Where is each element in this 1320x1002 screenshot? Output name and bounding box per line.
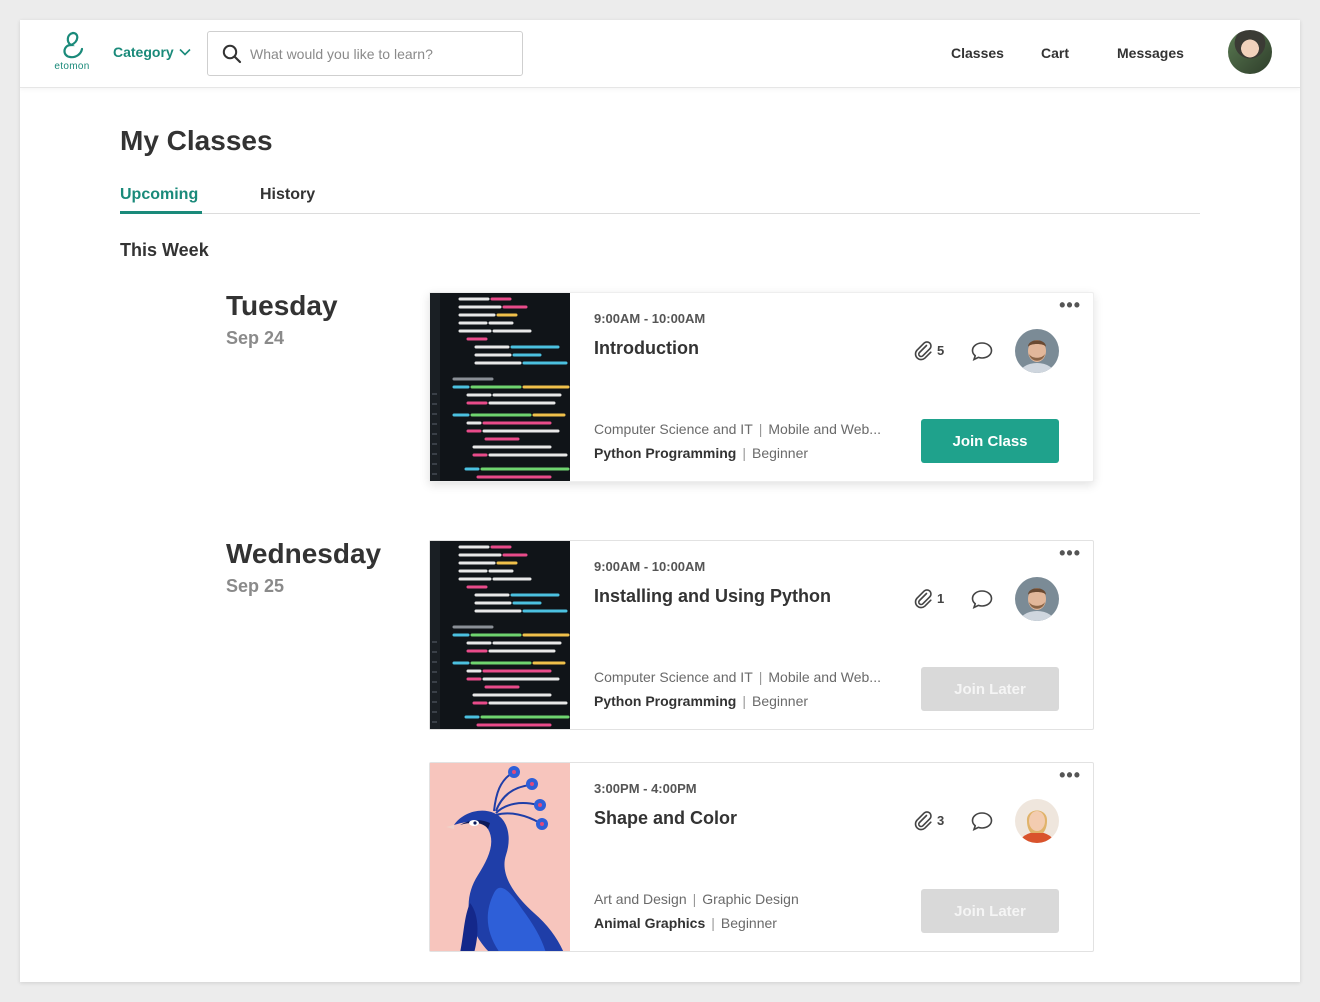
- code-image: [430, 541, 570, 729]
- course-level: Beginner: [752, 693, 809, 709]
- join-class-button[interactable]: Join Class: [921, 419, 1059, 463]
- join-later-button[interactable]: Join Later: [921, 889, 1059, 933]
- attachments[interactable]: 5: [912, 339, 944, 361]
- more-options-icon[interactable]: •••: [1059, 765, 1081, 786]
- attachment-count: 3: [937, 812, 945, 828]
- paperclip-icon: [914, 341, 932, 361]
- class-categories: Computer Science and IT | Mobile and Web..…: [594, 669, 881, 685]
- top-header: etomon Category Classes Cart Messages: [20, 20, 1300, 88]
- attachments[interactable]: 1: [912, 587, 944, 609]
- nav-classes[interactable]: Classes: [951, 45, 1004, 61]
- search-box: [207, 31, 523, 76]
- course-level: Beginner: [752, 445, 809, 461]
- instructor-avatar[interactable]: [1015, 329, 1059, 373]
- class-categories: Computer Science and IT | Mobile and Web..…: [594, 421, 881, 437]
- day-date: Sep 24: [226, 328, 285, 348]
- class-title[interactable]: Shape and Color: [594, 808, 737, 829]
- class-course: Python Programming | Beginner: [594, 693, 809, 709]
- class-card[interactable]: ••• 9:00AM - 10:00AM Introduction 5 Comp…: [429, 292, 1094, 482]
- tab-upcoming[interactable]: Upcoming: [120, 186, 203, 214]
- page-title: My Classes: [120, 125, 273, 156]
- paperclip-icon: [914, 589, 932, 609]
- course-name: Animal Graphics: [594, 915, 706, 931]
- class-course: Animal Graphics | Beginner: [594, 915, 777, 931]
- class-categories: Art and Design | Graphic Design: [594, 891, 799, 907]
- section-title: This Week: [120, 240, 209, 260]
- class-time: 9:00AM - 10:00AM: [594, 559, 706, 574]
- chat-icon[interactable]: [970, 340, 994, 367]
- join-later-button[interactable]: Join Later: [921, 667, 1059, 711]
- chevron-down-icon: [179, 48, 191, 56]
- etomon-logo[interactable]: etomon: [50, 30, 94, 78]
- category-label: Category: [113, 44, 174, 60]
- app-window: etomon Category Classes Cart Messages My…: [20, 20, 1300, 982]
- logo-text: etomon: [54, 61, 90, 72]
- course-name: Python Programming: [594, 693, 737, 709]
- attachments[interactable]: 3: [912, 809, 944, 831]
- attachment-count: 1: [937, 590, 945, 606]
- search-icon: [222, 44, 242, 63]
- class-course: Python Programming | Beginner: [594, 445, 809, 461]
- tab-history[interactable]: History: [260, 186, 315, 204]
- user-avatar[interactable]: [1228, 30, 1272, 74]
- chat-icon[interactable]: [970, 810, 994, 837]
- day-name: Wednesday: [226, 538, 382, 569]
- paperclip-icon: [914, 811, 932, 831]
- class-card[interactable]: ••• 9:00AM - 10:00AM Installing and Usin…: [429, 540, 1094, 730]
- class-title[interactable]: Installing and Using Python: [594, 586, 831, 607]
- class-card[interactable]: ••• 3:00PM - 4:00PM Shape and Color 3 Ar…: [429, 762, 1094, 952]
- code-image: [430, 293, 570, 481]
- class-title[interactable]: Introduction: [594, 338, 699, 359]
- nav-cart[interactable]: Cart: [1041, 45, 1069, 61]
- class-thumbnail-code: [430, 541, 570, 729]
- category-dropdown[interactable]: Category: [113, 44, 191, 60]
- tab-bar: Upcoming History: [120, 186, 1200, 214]
- more-options-icon[interactable]: •••: [1059, 543, 1081, 564]
- class-time: 3:00PM - 4:00PM: [594, 781, 697, 796]
- course-name: Python Programming: [594, 445, 737, 461]
- nav-messages[interactable]: Messages: [1117, 45, 1184, 61]
- instructor-avatar[interactable]: [1015, 799, 1059, 843]
- peacock-image: [430, 763, 570, 951]
- class-thumbnail-code: [430, 293, 570, 481]
- day-date: Sep 25: [226, 576, 285, 596]
- chat-icon[interactable]: [970, 588, 994, 615]
- course-level: Beginner: [720, 915, 777, 931]
- logo-icon: [63, 31, 84, 59]
- day-name: Tuesday: [226, 290, 338, 321]
- class-time: 9:00AM - 10:00AM: [594, 311, 706, 326]
- search-input[interactable]: [250, 45, 510, 62]
- attachment-count: 5: [937, 342, 945, 358]
- class-thumbnail-peacock: [430, 763, 570, 951]
- instructor-avatar[interactable]: [1015, 577, 1059, 621]
- more-options-icon[interactable]: •••: [1059, 295, 1081, 316]
